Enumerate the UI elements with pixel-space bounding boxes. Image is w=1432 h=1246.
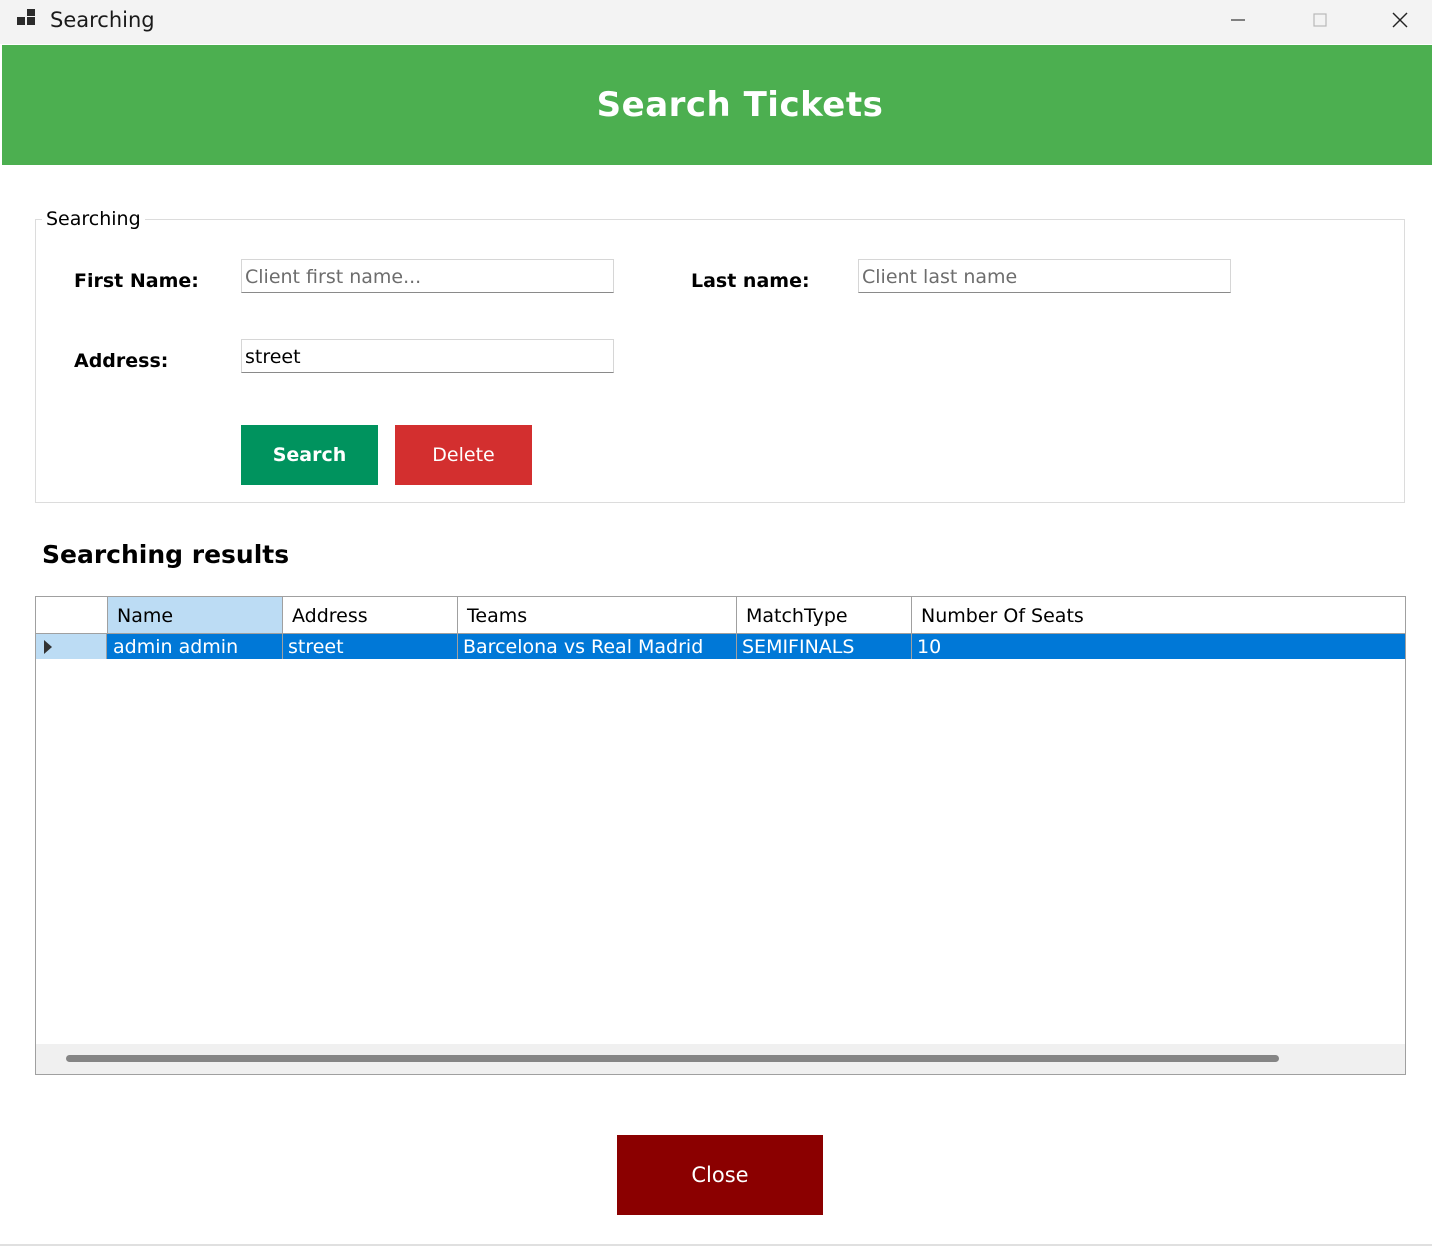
cell-seats[interactable]: 10 — [912, 634, 1405, 659]
current-row-arrow-icon — [44, 640, 52, 654]
maximize-icon — [1312, 12, 1328, 32]
maximize-button[interactable] — [1280, 0, 1360, 44]
cell-address[interactable]: street — [283, 634, 458, 659]
title-bar[interactable]: Searching — [0, 0, 1432, 44]
header-banner: Search Tickets — [2, 45, 1432, 165]
close-window-button[interactable] — [1360, 0, 1432, 44]
grid-header: Name Address Teams MatchType Number Of S… — [36, 597, 1405, 634]
row-header[interactable] — [36, 634, 107, 659]
cell-matchtype[interactable]: SEMIFINALS — [737, 634, 912, 659]
column-header-matchtype[interactable]: MatchType — [737, 597, 912, 633]
close-button[interactable]: Close — [617, 1135, 823, 1215]
column-header-address[interactable]: Address — [283, 597, 458, 633]
minimize-icon — [1230, 12, 1246, 32]
address-label: Address: — [74, 350, 169, 372]
scrollbar-thumb[interactable] — [66, 1055, 1279, 1062]
minimize-button[interactable] — [1198, 0, 1278, 44]
column-header-name[interactable]: Name — [108, 597, 283, 633]
horizontal-scrollbar[interactable] — [36, 1044, 1405, 1074]
column-header-teams[interactable]: Teams — [458, 597, 737, 633]
cell-teams[interactable]: Barcelona vs Real Madrid — [458, 634, 737, 659]
cell-name[interactable]: admin admin — [108, 634, 283, 659]
last-name-label: Last name: — [691, 270, 810, 292]
delete-button[interactable]: Delete — [395, 425, 532, 485]
first-name-input[interactable] — [241, 259, 614, 293]
address-input[interactable] — [241, 339, 614, 373]
results-title: Searching results — [42, 540, 290, 569]
search-group-legend: Searching — [42, 208, 145, 230]
page-title: Search Tickets — [596, 85, 884, 125]
last-name-input[interactable] — [858, 259, 1231, 293]
search-button[interactable]: Search — [241, 425, 378, 485]
column-header-seats[interactable]: Number Of Seats — [912, 597, 1405, 633]
results-grid[interactable]: Name Address Teams MatchType Number Of S… — [35, 596, 1406, 1075]
window-title: Searching — [50, 8, 155, 32]
close-icon — [1391, 11, 1409, 33]
search-window: Searching Search Tickets Searching First… — [0, 0, 1432, 1246]
first-name-label: First Name: — [74, 270, 199, 292]
row-header-corner[interactable] — [36, 597, 108, 633]
app-window-icon — [16, 8, 38, 30]
table-row[interactable]: admin admin street Barcelona vs Real Mad… — [36, 634, 1405, 659]
